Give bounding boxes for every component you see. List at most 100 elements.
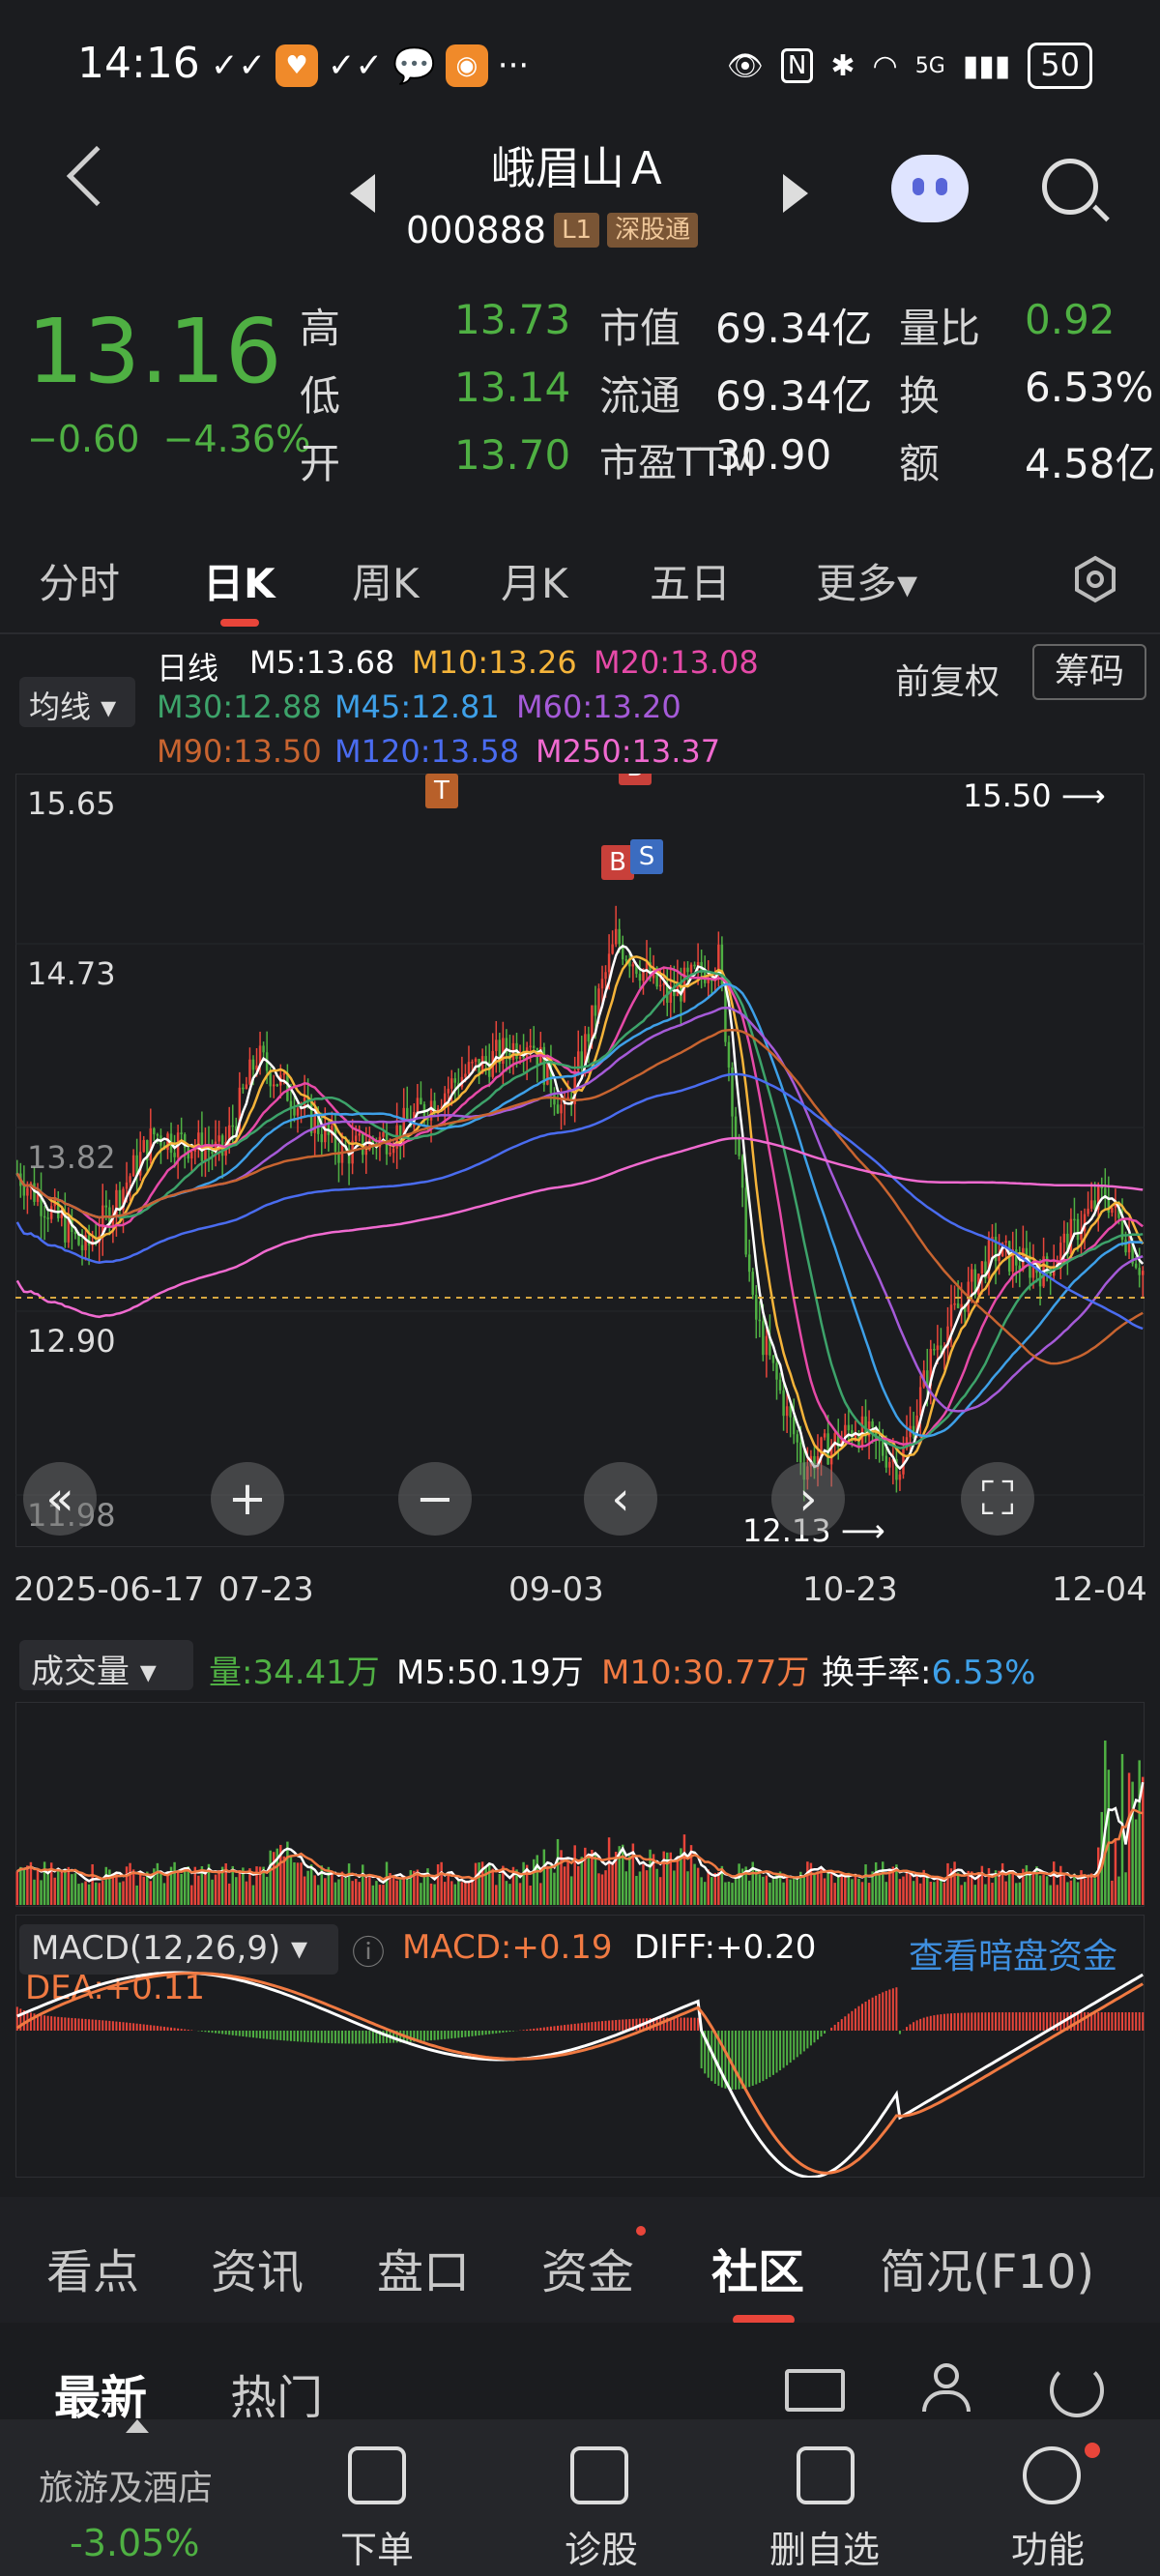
x-tick: 12-04 <box>1052 1570 1147 1609</box>
ma-selector[interactable]: 均线 ▾ <box>19 677 135 727</box>
volume-chart[interactable] <box>15 1702 1145 1907</box>
fullscreen-button[interactable]: ⛶ <box>961 1462 1034 1536</box>
volume-bar <box>131 1869 135 1905</box>
volume-bar <box>960 1885 963 1905</box>
candle-body <box>949 1304 953 1327</box>
order-button[interactable]: 下单 <box>340 2520 414 2573</box>
volume-bar <box>77 1884 80 1905</box>
tab-weekly-k[interactable]: 周K <box>352 551 420 610</box>
volume-bar <box>864 1864 867 1905</box>
tab-more[interactable]: 更多▾ <box>816 551 917 610</box>
volume-bar <box>467 1881 471 1905</box>
mail-icon[interactable] <box>785 2369 845 2412</box>
candle-body <box>495 1039 498 1051</box>
volume-bar <box>429 1883 433 1905</box>
tab-monthly-k[interactable]: 月K <box>501 551 568 610</box>
tab-orderbook[interactable]: 盘口 <box>377 2234 470 2301</box>
adjust-mode[interactable]: 前复权 <box>895 654 1000 704</box>
order-icon[interactable] <box>348 2446 406 2504</box>
volume-bar <box>94 1882 98 1905</box>
candle-body <box>682 967 686 1002</box>
quote-label: 开 <box>300 440 341 487</box>
volume-bar <box>1000 1862 1004 1905</box>
candle-body <box>971 1269 973 1282</box>
ma-20-line <box>15 966 1144 1449</box>
zoom-in-button[interactable]: + <box>211 1462 284 1536</box>
function-icon[interactable] <box>1023 2446 1081 2504</box>
candle-body <box>467 1062 471 1074</box>
volume-bar <box>909 1871 912 1905</box>
tab-funds[interactable]: 资金 <box>541 2234 634 2301</box>
scroll-left-button[interactable]: ‹ <box>584 1462 657 1536</box>
candle-body <box>286 1072 289 1101</box>
volume-bar <box>587 1857 591 1905</box>
candle-body <box>624 959 628 961</box>
candle-body <box>532 1045 536 1048</box>
volume-bar <box>402 1875 405 1905</box>
volume-bar <box>642 1864 645 1905</box>
diagnose-icon[interactable] <box>570 2446 628 2504</box>
volume-bar <box>60 1872 64 1905</box>
function-button[interactable]: 功能 <box>1011 2520 1085 2573</box>
volume-bar <box>84 1881 87 1905</box>
candle-body <box>775 1362 778 1380</box>
candle-body <box>594 1005 597 1016</box>
volume-bar <box>655 1868 658 1905</box>
expand-up-icon[interactable] <box>126 2419 149 2433</box>
volume-bar <box>460 1882 464 1905</box>
search-icon[interactable] <box>1042 159 1098 215</box>
notification-dot <box>636 2226 646 2236</box>
volume-bar <box>440 1861 443 1905</box>
volume-bar <box>607 1837 611 1905</box>
candle-body <box>1089 1200 1093 1209</box>
tab-daily-k[interactable]: 日K <box>203 551 276 610</box>
tab-highlights[interactable]: 看点 <box>46 2234 139 2301</box>
level-tag: L1 <box>554 213 600 248</box>
sector-name[interactable]: 旅游及酒店 <box>39 2460 213 2510</box>
volume-bar <box>915 1872 918 1905</box>
volume-bar <box>183 1868 187 1905</box>
tab-timeshare[interactable]: 分时 <box>39 551 120 610</box>
zoom-all-out-button[interactable]: « <box>23 1462 97 1536</box>
ai-robot-icon[interactable] <box>891 155 969 222</box>
volume-bar <box>549 1864 553 1905</box>
volume-bar <box>936 1877 940 1905</box>
volume-bar <box>622 1844 624 1905</box>
quote-label: 低 <box>300 372 341 420</box>
tab-community[interactable]: 社区 <box>711 2234 804 2301</box>
volume-bar <box>1138 1760 1141 1905</box>
user-icon[interactable] <box>920 2363 972 2415</box>
macd-chart[interactable] <box>15 1915 1145 2178</box>
chip-button[interactable]: 筹码 <box>1032 644 1146 700</box>
volume-bar <box>987 1867 991 1905</box>
volume-bar <box>118 1882 122 1905</box>
volume-bar <box>450 1881 453 1905</box>
candle-body <box>80 1244 84 1250</box>
remove-watchlist-button[interactable]: 删自选 <box>769 2520 880 2573</box>
quote-value: 0.92 <box>1025 296 1116 343</box>
settings-icon[interactable] <box>1071 555 1119 603</box>
volume-bar <box>532 1859 536 1905</box>
volume-selector[interactable]: 成交量 ▾ <box>19 1640 193 1691</box>
tab-news[interactable]: 资讯 <box>211 2234 304 2301</box>
scroll-right-button[interactable]: › <box>771 1462 845 1536</box>
quote-value: 13.70 <box>454 431 571 479</box>
candle-body <box>607 953 611 973</box>
status-right: 👁 N ✱ ◠ 5G ▮▮▮ 50 <box>727 43 1092 89</box>
kline-chart[interactable]: BSBBTSSBBS <box>15 774 1145 1547</box>
remove-watchlist-icon[interactable] <box>797 2446 855 2504</box>
tab-profile-f10[interactable]: 简况(F10) <box>880 2234 1094 2301</box>
tab-hot[interactable]: 热门 <box>230 2359 323 2427</box>
zoom-out-button[interactable]: − <box>398 1462 472 1536</box>
refresh-icon[interactable] <box>1050 2363 1104 2417</box>
volume-bar <box>693 1863 696 1905</box>
candle-body <box>518 1056 522 1059</box>
diagnose-button[interactable]: 诊股 <box>565 2520 638 2573</box>
volume-bar <box>1062 1872 1066 1905</box>
tab-latest[interactable]: 最新 <box>54 2359 147 2427</box>
candle-body <box>751 1272 754 1296</box>
tab-five-day[interactable]: 五日 <box>650 551 731 610</box>
volume-bar <box>857 1878 860 1905</box>
candle-body <box>823 1433 826 1438</box>
ma-line-label: 日线 <box>157 650 219 687</box>
